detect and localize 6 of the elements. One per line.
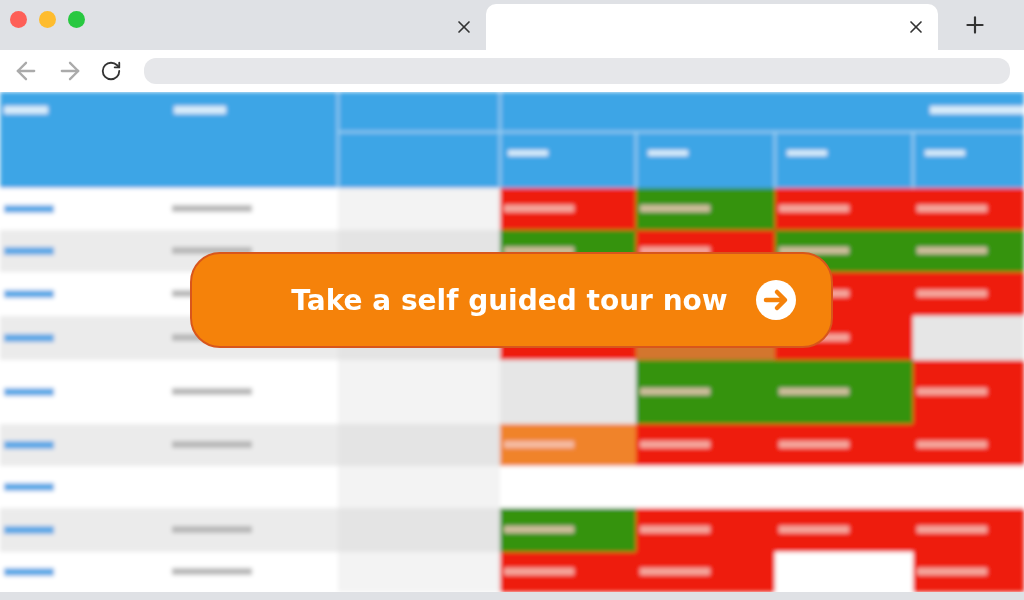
maximize-window-dot[interactable]	[68, 11, 85, 28]
minimize-window-dot[interactable]	[39, 11, 56, 28]
tour-button[interactable]: Take a self guided tour now	[190, 252, 833, 348]
reload-icon[interactable]	[100, 60, 122, 82]
arrow-circle-icon	[755, 280, 796, 320]
close-window-dot[interactable]	[10, 11, 27, 28]
